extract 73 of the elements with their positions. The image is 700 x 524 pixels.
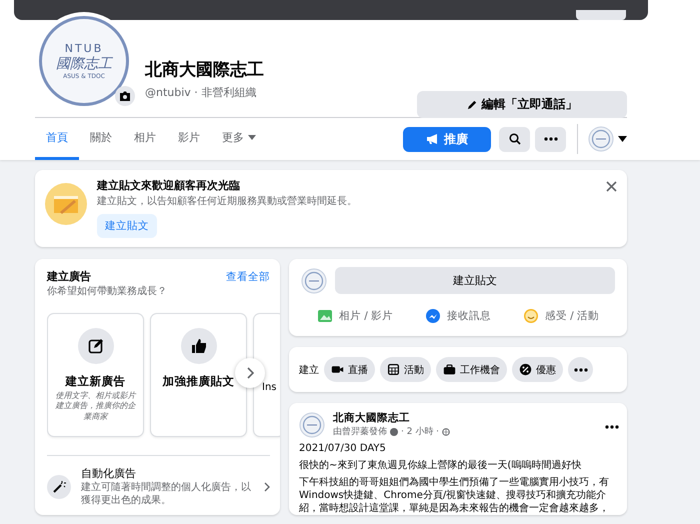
composer-action[interactable]: 感受 / 活動 xyxy=(518,302,604,330)
chevron-right-icon xyxy=(246,367,254,379)
create-label: 建立 xyxy=(299,364,319,376)
create-post-button[interactable]: 建立貼文 xyxy=(97,214,157,238)
offer-icon xyxy=(519,363,532,376)
edit-call-button[interactable]: 編輯「立即通話」 xyxy=(417,91,627,118)
caret-icon xyxy=(618,136,627,142)
chevron-right-icon xyxy=(264,482,270,492)
auto-ads-title: 自動化廣告 xyxy=(81,466,137,481)
post-text: 2021/07/30 DAY5 xyxy=(299,442,387,455)
account-switcher[interactable] xyxy=(588,126,627,152)
post-text: 很快的~來到了東魚週見你線上營隊的最後一天(嗚嗚時間過好快 xyxy=(299,459,582,472)
camera-icon xyxy=(119,91,131,101)
ad-option-title: 加強推廣貼文 xyxy=(162,374,234,389)
nav-tab[interactable]: 相片 xyxy=(123,118,167,160)
page-name: 北商大國際志工 xyxy=(145,59,264,81)
camera-button[interactable] xyxy=(115,86,135,106)
page-handle: @ntubiv · 非營利組織 xyxy=(145,85,256,100)
more-button[interactable] xyxy=(535,126,566,152)
ads-subtitle: 你希望如何帶動業務成長？ xyxy=(47,284,168,298)
more-icon xyxy=(574,368,588,372)
more-button[interactable] xyxy=(568,357,593,382)
banner-text: 建立貼文，以告知顧客任何近期服務異動或營業時間延長。 xyxy=(97,195,357,209)
pencil-icon xyxy=(466,99,478,110)
post-time: · 2 小時 · xyxy=(401,426,440,438)
banner-title: 建立貼文來歡迎顧客再次光臨 xyxy=(97,179,241,193)
globe-icon xyxy=(442,428,450,436)
photo-icon xyxy=(316,308,333,324)
see-all-link[interactable]: 查看全部 xyxy=(226,269,270,284)
more-icon xyxy=(605,425,619,429)
nav-tab[interactable]: 關於 xyxy=(79,118,123,160)
ad-option-card[interactable]: 建立新廣告 使用文字、相片或影片建立廣告，推廣你的企業商家 xyxy=(48,314,143,436)
feeling-icon xyxy=(522,308,539,324)
more-icon xyxy=(544,137,558,141)
next-button[interactable] xyxy=(235,358,265,388)
messenger-icon xyxy=(424,308,441,324)
create-chip[interactable]: 直播 xyxy=(324,357,375,382)
avatar-icon xyxy=(299,412,325,438)
info-icon xyxy=(390,428,398,436)
post-text: 下午科技組的哥哥姐姐們為國中學生們預備了一些電腦實用小技巧，有Windows快捷鍵、Chrome分頁/視窗快速鍵、搜尋技巧和擴充功能介紹，當時想設計這堂課，單純是因為未來報告的機會一定會越來越多， xyxy=(299,476,610,515)
logo-text: NTUB xyxy=(64,42,104,55)
edit-post-icon xyxy=(45,183,87,225)
magic-wand-icon xyxy=(52,480,66,494)
ad-option-title: Ins xyxy=(262,382,276,393)
nav-tab[interactable]: 首頁 xyxy=(35,118,79,160)
event-icon xyxy=(387,363,400,376)
create-chip[interactable]: 工作機會 xyxy=(436,357,507,382)
composer-action[interactable]: 相片 / 影片 xyxy=(312,302,398,330)
ad-option-title: 建立新廣告 xyxy=(66,374,126,389)
composer-action[interactable]: 接收訊息 xyxy=(420,302,495,330)
thumbs-up-icon xyxy=(190,338,206,354)
search-button[interactable] xyxy=(499,126,530,152)
ad-option-card[interactable]: Ins xyxy=(254,314,280,436)
job-icon xyxy=(443,363,456,376)
auto-ads-text: 建立可隨著時間調整的個人化廣告，以獲得更出色的成果。 xyxy=(81,481,252,507)
megaphone-icon xyxy=(426,133,439,145)
post-author: 北商大國際志工 xyxy=(333,411,411,425)
create-chip[interactable]: 優惠 xyxy=(512,357,563,382)
edit-icon xyxy=(88,338,104,354)
avatar-icon xyxy=(588,126,614,152)
ad-option-card[interactable]: 加強推廣貼文 xyxy=(151,314,246,436)
close-icon xyxy=(606,181,617,192)
ad-option-text: 使用文字、相片或影片建立廣告，推廣你的企業商家 xyxy=(54,391,138,422)
nav-tab[interactable]: 影片 xyxy=(167,118,211,160)
post-meta: 由曾羿蓁發佈 xyxy=(333,426,387,438)
promote-button[interactable]: 推廣 xyxy=(403,126,491,152)
ads-title: 建立廣告 xyxy=(47,269,91,284)
search-icon xyxy=(508,133,520,145)
logo-text: 國際志工 xyxy=(56,55,112,73)
create-chip[interactable]: 活動 xyxy=(380,357,431,382)
nav-tab[interactable]: 更多 xyxy=(211,118,267,160)
avatar-icon xyxy=(301,268,327,294)
create-post-button[interactable]: 建立貼文 xyxy=(335,267,615,294)
